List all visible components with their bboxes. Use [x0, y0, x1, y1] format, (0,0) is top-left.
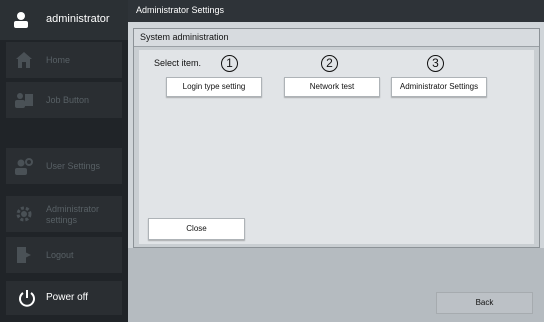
sidebar-item-job-button[interactable]: Job Button: [6, 82, 122, 118]
sidebar-item-user-settings[interactable]: User Settings: [6, 148, 122, 184]
panel-body: Select item. 1 2 3 Login type setting Ne…: [139, 50, 534, 244]
user-icon: [14, 12, 28, 28]
administrator-settings-button[interactable]: Administrator Settings: [391, 77, 487, 97]
select-item-prompt: Select item.: [154, 58, 202, 68]
login-type-setting-button[interactable]: Login type setting: [166, 77, 262, 97]
system-administration-panel: System administration Select item. 1 2 3…: [133, 28, 540, 248]
power-off-button[interactable]: Power off: [6, 281, 122, 315]
sidebar-item-administrator-settings[interactable]: Administrator settings: [6, 196, 122, 232]
back-button[interactable]: Back: [436, 292, 533, 314]
user-settings-icon: [15, 158, 33, 175]
annotation-number-1: 1: [221, 55, 238, 72]
gear-icon: [16, 206, 32, 222]
close-button[interactable]: Close: [148, 218, 245, 240]
annotation-number-2: 2: [321, 55, 338, 72]
home-icon: [16, 52, 32, 68]
sidebar-item-label: Home: [46, 55, 71, 65]
power-off-label: Power off: [46, 292, 89, 303]
sidebar-item-label: Administrator settings: [46, 204, 100, 225]
network-test-button[interactable]: Network test: [284, 77, 380, 97]
annotation-number-3: 3: [427, 55, 444, 72]
user-name: administrator: [46, 13, 110, 25]
logout-icon: [17, 247, 31, 263]
sidebar-item-logout[interactable]: Logout: [6, 237, 122, 273]
header-bar: Administrator Settings: [128, 0, 544, 22]
sidebar-item-label: Logout: [46, 250, 74, 260]
panel-title-bar: System administration: [134, 29, 539, 47]
panel-title: System administration: [140, 32, 229, 42]
power-icon: [19, 290, 35, 307]
sidebar-item-home[interactable]: Home: [6, 42, 122, 78]
user-header: administrator: [0, 0, 128, 40]
sidebar-item-label: User Settings: [46, 161, 101, 171]
sidebar-item-label: Job Button: [46, 95, 90, 105]
page-title: Administrator Settings: [136, 5, 225, 15]
job-button-icon: [15, 93, 33, 108]
sidebar: administrator Home Job Button User Setti…: [0, 0, 128, 322]
